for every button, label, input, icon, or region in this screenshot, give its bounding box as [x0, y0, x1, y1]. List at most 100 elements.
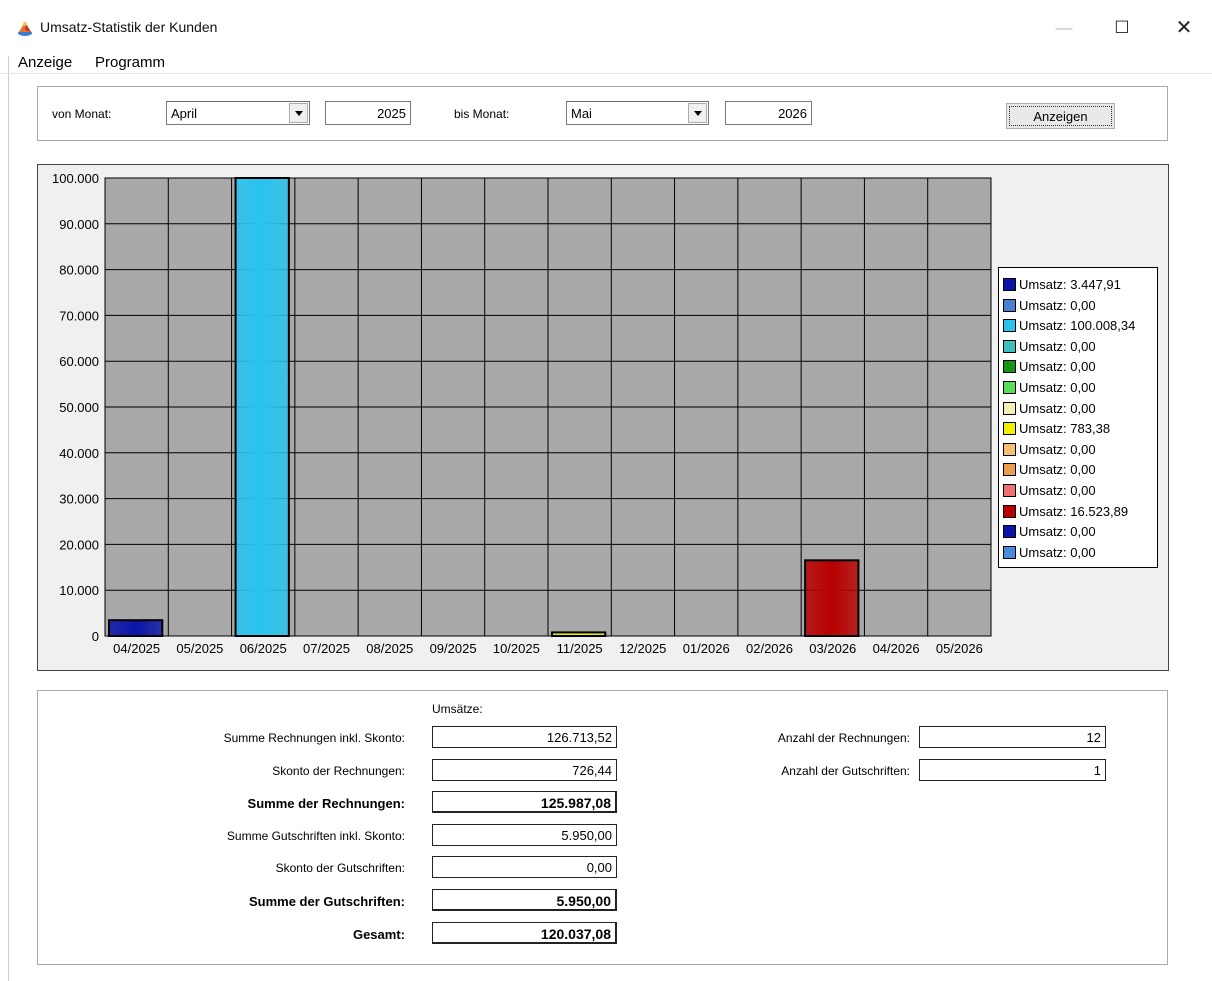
- count-credits-label: Anzahl der Gutschriften:: [781, 764, 910, 778]
- y-tick-label: 70.000: [59, 308, 99, 323]
- legend-swatch: [1003, 360, 1016, 374]
- legend-swatch: [1003, 525, 1016, 539]
- legend-swatch: [1003, 442, 1016, 456]
- x-tick-label: 11/2025: [557, 641, 603, 656]
- legend-swatch: [1003, 381, 1016, 394]
- summary-label: Summe der Rechnungen:: [247, 796, 405, 811]
- from-month-select[interactable]: April: [166, 101, 310, 125]
- bar-chart: 100.000 90.000 80.000 70.000 60.000 50.000 40.…: [52, 171, 992, 656]
- x-tick-label: 03/2026: [809, 641, 856, 656]
- bar: [551, 631, 607, 637]
- from-year-input[interactable]: 2025: [325, 101, 411, 125]
- y-tick-label: 80.000: [59, 263, 99, 278]
- x-tick-label: 06/2025: [240, 641, 287, 656]
- to-year-input[interactable]: 2026: [725, 101, 812, 125]
- legend-item: Umsatz: 0,00: [1003, 545, 1096, 563]
- summary-label: Summe der Gutschriften:: [248, 894, 405, 909]
- legend-label: Umsatz: 100.008,34: [1019, 318, 1136, 334]
- legend-label: Umsatz: 0,00: [1019, 297, 1096, 313]
- chevron-down-icon[interactable]: [688, 103, 707, 123]
- to-month-value: Mai: [571, 106, 592, 121]
- x-tick-label: 04/2025: [113, 641, 160, 656]
- legend-item: Umsatz: 783,38: [1003, 421, 1110, 439]
- summary-label: Skonto der Rechnungen:: [272, 764, 405, 778]
- invoices-incl-discount-value: 126.713,52: [432, 726, 617, 748]
- x-tick-label: 04/2026: [873, 641, 920, 656]
- legend-item: Umsatz: 0,00: [1003, 462, 1096, 480]
- legend-item: Umsatz: 16.523,89: [1003, 504, 1128, 522]
- legend-label: Umsatz: 0,00: [1019, 483, 1096, 498]
- credits-incl-discount-value: 5.950,00: [432, 824, 617, 846]
- y-tick-label: 90.000: [59, 217, 99, 232]
- legend-label: Umsatz: 0,00: [1019, 544, 1096, 560]
- legend-item: Umsatz: 0,00: [1003, 339, 1096, 357]
- legend-label: Umsatz: 783,38: [1019, 421, 1111, 437]
- y-tick-label: 20.000: [59, 537, 99, 552]
- app-icon: [18, 22, 32, 36]
- window-border: [8, 0, 9, 981]
- close-button[interactable]: ✕: [1164, 14, 1204, 42]
- credits-total-value: 5.950,00: [432, 889, 617, 911]
- legend-item: Umsatz: 0,00: [1003, 359, 1096, 377]
- window-title: Umsatz-Statistik der Kunden: [40, 19, 218, 35]
- filter-group: von Monat: April 2025 bis Monat: Mai 202…: [37, 86, 1168, 141]
- y-tick-label: 60.000: [59, 354, 99, 369]
- x-tick-label: 08/2025: [366, 641, 413, 656]
- legend-swatch: [1003, 463, 1016, 477]
- invoice-discount-value: 726,44: [432, 759, 617, 781]
- to-month-select[interactable]: Mai: [566, 101, 709, 125]
- legend-label: Umsatz: 0,00: [1019, 524, 1096, 540]
- x-tick-label: 09/2025: [430, 641, 477, 656]
- chevron-down-icon[interactable]: [289, 103, 308, 123]
- legend-label: Umsatz: 0,00: [1019, 462, 1096, 478]
- credit-discount-value: 0,00: [432, 856, 617, 878]
- x-tick-label: 05/2026: [936, 641, 983, 656]
- y-tick-label: 40.000: [59, 446, 99, 461]
- legend-swatch: [1003, 278, 1016, 291]
- legend-swatch: [1003, 545, 1016, 559]
- legend-swatch: [1003, 422, 1016, 436]
- legend-label: Umsatz: 0,00: [1019, 400, 1096, 416]
- legend-swatch: [1003, 401, 1016, 415]
- legend-label: Umsatz: 16.523,89: [1019, 503, 1129, 519]
- x-tick-label: 12/2025: [619, 641, 666, 656]
- legend-label: Umsatz: 0,00: [1019, 338, 1096, 354]
- menu-anzeige[interactable]: Anzeige: [18, 54, 72, 71]
- count-credits-value: 1: [919, 759, 1106, 781]
- legend-swatch: [1003, 484, 1016, 497]
- legend-label: Umsatz: 0,00: [1019, 380, 1096, 395]
- y-tick-label: 0: [92, 629, 99, 644]
- show-button-label: Anzeigen: [1009, 106, 1112, 126]
- invoices-total-value: 125.987,08: [432, 791, 617, 813]
- legend-swatch: [1003, 504, 1016, 518]
- menu-programm[interactable]: Programm: [95, 54, 165, 71]
- legend-label: Umsatz: 3.447,91: [1019, 277, 1121, 292]
- legend-item: Umsatz: 0,00: [1003, 298, 1096, 316]
- bar: [804, 559, 860, 637]
- y-tick-label: 30.000: [59, 492, 99, 507]
- title-bar[interactable]: Umsatz-Statistik der Kunden — ☐ ✕: [0, 0, 1212, 56]
- bar: [108, 619, 164, 637]
- from-month-label: von Monat:: [52, 107, 112, 121]
- menu-bar: Anzeige Programm: [0, 52, 1212, 74]
- x-tick-label: 10/2025: [493, 641, 540, 656]
- legend-item: Umsatz: 0,00: [1003, 380, 1096, 398]
- minimize-button[interactable]: —: [1044, 14, 1084, 42]
- legend-item: Umsatz: 0,00: [1003, 401, 1096, 419]
- y-tick-label: 100.000: [52, 171, 99, 186]
- summary-header: Umsätze:: [432, 702, 483, 716]
- legend-label: Umsatz: 0,00: [1019, 441, 1096, 457]
- count-invoices-label: Anzahl der Rechnungen:: [777, 731, 910, 745]
- summary-label: Skonto der Gutschriften:: [275, 861, 405, 875]
- legend-item: Umsatz: 0,00: [1003, 524, 1096, 542]
- legend-item: Umsatz: 3.447,91: [1003, 277, 1121, 295]
- chart-legend: Umsatz: 3.447,91 Umsatz: 0,00 Umsatz: 100.…: [998, 267, 1158, 568]
- grand-total-value: 120.037,08: [432, 922, 617, 944]
- x-tick-label: 05/2025: [176, 641, 223, 656]
- maximize-button[interactable]: ☐: [1102, 14, 1142, 42]
- summary-label: Summe Rechnungen inkl. Skonto:: [223, 731, 405, 745]
- count-invoices-value: 12: [919, 726, 1106, 748]
- x-tick-label: 02/2026: [746, 641, 793, 656]
- legend-swatch: [1003, 319, 1016, 333]
- show-button[interactable]: Anzeigen: [1006, 103, 1115, 129]
